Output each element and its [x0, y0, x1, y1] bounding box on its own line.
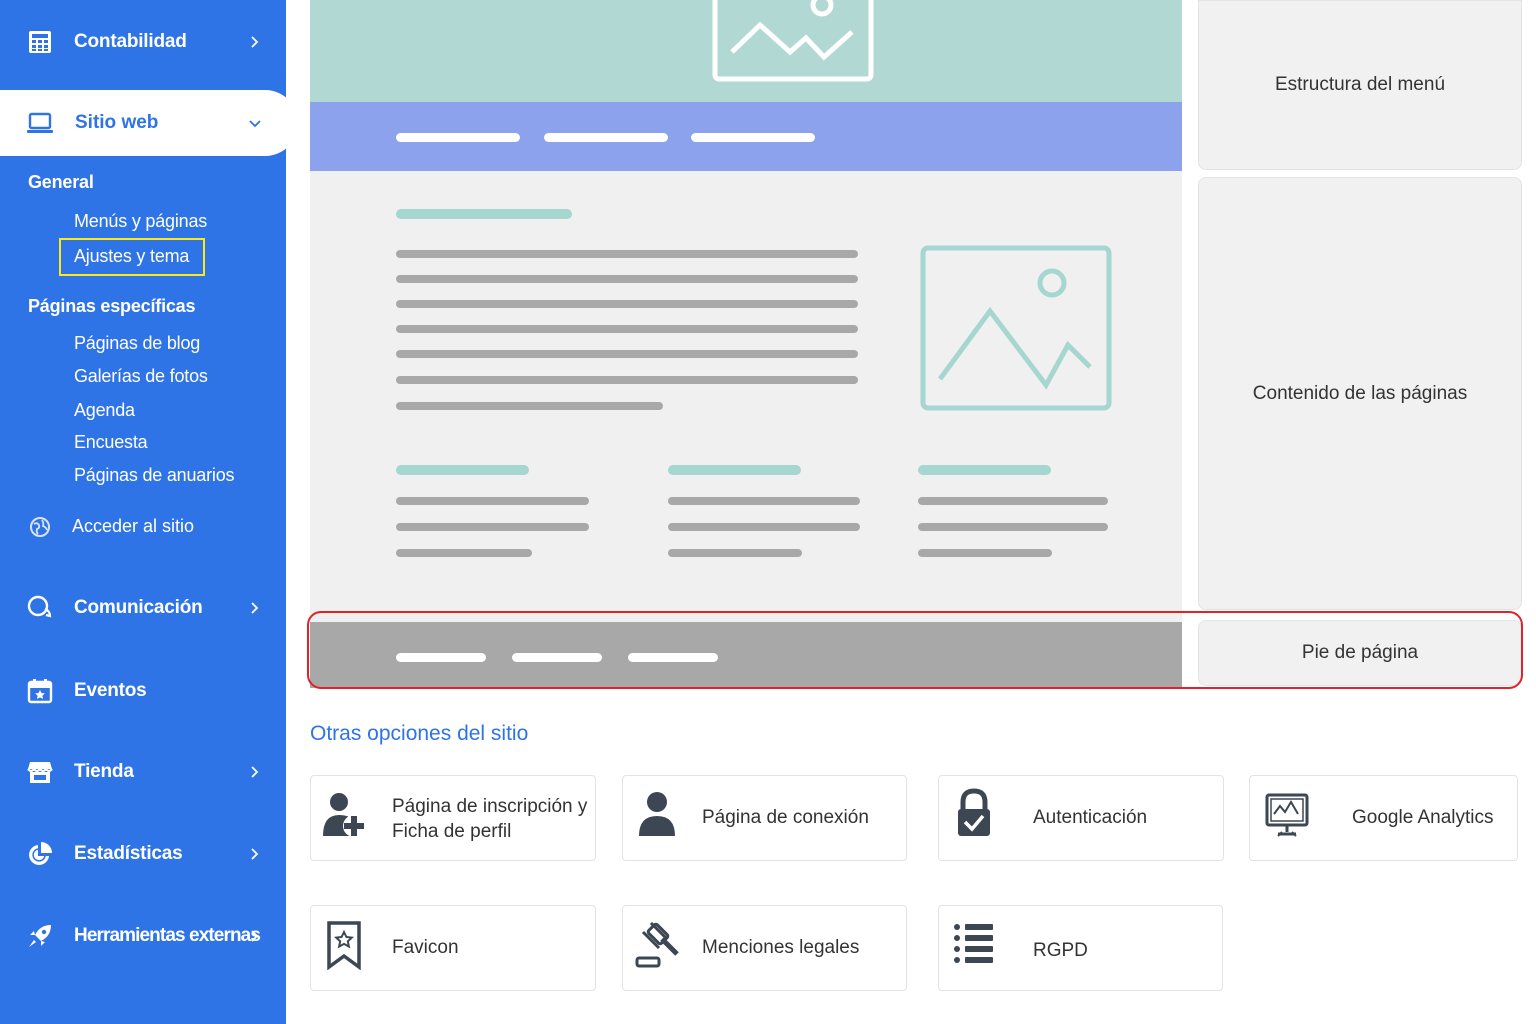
mock-heading-line — [918, 465, 1051, 475]
mock-text-line — [918, 523, 1108, 531]
mock-header-banner — [310, 0, 1182, 102]
user-add-icon — [321, 790, 367, 840]
footer-highlight-outline — [307, 611, 1523, 689]
sidebar-item-label: Comunicación — [74, 597, 203, 618]
image-placeholder-icon — [920, 245, 1112, 411]
card-label: RGPD — [1033, 940, 1088, 961]
section-title-general: General — [28, 172, 94, 192]
zone-menu-structure[interactable]: Estructura del menú — [1198, 0, 1522, 170]
user-icon — [635, 790, 681, 840]
sidebar-item-label: Contabilidad — [74, 31, 187, 52]
mock-heading-line — [396, 465, 529, 475]
mock-menu-bar — [310, 102, 1182, 171]
mock-text-line — [396, 325, 858, 333]
card-label: Página de inscripción y — [392, 796, 588, 817]
sidebar-subitem-blog[interactable]: Páginas de blog — [74, 333, 200, 354]
zone-page-content[interactable]: Contenido de las páginas — [1198, 177, 1522, 610]
card-label: Página de conexión — [702, 807, 869, 828]
mock-menu-line — [396, 133, 520, 142]
card-google-analytics[interactable]: Google Analytics — [1249, 775, 1518, 861]
globe-icon — [28, 515, 52, 539]
zone-label: Estructura del menú — [1274, 74, 1446, 95]
lock-check-icon — [953, 788, 999, 838]
chevron-right-icon — [246, 846, 262, 862]
card-label: Favicon — [392, 937, 459, 958]
mock-text-line — [396, 300, 858, 308]
chevron-right-icon — [246, 34, 262, 50]
mock-text-line — [396, 497, 589, 505]
pie-chart-icon — [26, 840, 54, 868]
chevron-right-icon — [246, 600, 262, 616]
mock-text-line — [918, 549, 1052, 557]
gavel-icon — [635, 920, 681, 970]
card-label: Autenticación — [1033, 807, 1148, 828]
sidebar-subitem-anuarios[interactable]: Páginas de anuarios — [74, 465, 235, 486]
chevron-right-icon — [246, 928, 262, 944]
card-inscripcion-perfil[interactable]: Página de inscripción y Ficha de perfil — [310, 775, 596, 861]
sidebar-item-estadisticas[interactable]: Estadísticas — [0, 824, 286, 884]
mock-menu-line — [544, 133, 668, 142]
chevron-right-icon — [246, 764, 262, 780]
chat-icon — [26, 594, 54, 622]
sidebar-subitem-menus[interactable]: Menús y páginas — [74, 211, 207, 232]
highlight-box — [59, 238, 205, 276]
mock-text-line — [396, 376, 858, 384]
card-label: Menciones legales — [702, 937, 860, 958]
card-favicon[interactable]: Favicon — [310, 905, 596, 991]
site-preview-mockup — [310, 0, 1182, 688]
card-menciones-legales[interactable]: Menciones legales — [622, 905, 907, 991]
list-icon — [951, 920, 997, 970]
card-rgpd[interactable]: RGPD — [938, 905, 1223, 991]
zone-label: Contenido de las páginas — [1252, 382, 1468, 404]
sidebar-item-acceder[interactable]: Acceder al sitio — [0, 508, 286, 544]
sidebar-subitem-agenda[interactable]: Agenda — [74, 400, 135, 421]
sidebar-item-sitio-web[interactable]: Sitio web — [0, 90, 298, 156]
mock-text-line — [918, 497, 1108, 505]
sidebar-item-label: Herramientas externas — [74, 925, 261, 946]
sidebar-item-label: Sitio web — [75, 112, 159, 133]
sidebar-item-tienda[interactable]: Tienda — [0, 742, 286, 802]
sidebar: Contabilidad Sitio web General Menús y p… — [0, 0, 298, 1024]
card-label: Google Analytics — [1352, 807, 1494, 828]
mock-text-line — [668, 549, 802, 557]
calculator-icon — [26, 28, 54, 56]
image-placeholder-icon — [712, 0, 874, 82]
mock-text-line — [396, 250, 858, 258]
section-title-specific: Páginas específicas — [28, 296, 196, 316]
mock-text-line — [668, 523, 860, 531]
sidebar-item-label: Acceder al sitio — [72, 516, 195, 536]
sidebar-item-eventos[interactable]: Eventos — [0, 661, 286, 721]
mock-menu-line — [691, 133, 815, 142]
sidebar-item-contabilidad[interactable]: Contabilidad — [0, 12, 286, 72]
laptop-icon — [26, 109, 54, 137]
sidebar-subitem-encuesta[interactable]: Encuesta — [74, 432, 148, 453]
sidebar-item-comunicacion[interactable]: Comunicación — [0, 578, 286, 638]
mock-text-line — [396, 402, 663, 410]
sidebar-item-label: Eventos — [74, 680, 147, 701]
calendar-icon — [26, 677, 54, 705]
sidebar-item-herramientas[interactable]: Herramientas externas — [0, 906, 286, 966]
mock-text-line — [396, 523, 589, 531]
card-autenticacion[interactable]: Autenticación — [938, 775, 1224, 861]
sidebar-item-label: Tienda — [74, 761, 134, 782]
mock-text-line — [396, 549, 532, 557]
rocket-icon — [26, 922, 54, 950]
mock-heading-line — [668, 465, 801, 475]
card-label: Ficha de perfil — [392, 821, 512, 842]
store-icon — [26, 758, 54, 786]
card-conexion[interactable]: Página de conexión — [622, 775, 907, 861]
monitor-chart-icon — [1264, 792, 1310, 842]
mock-text-line — [396, 350, 858, 358]
bookmark-star-icon — [323, 920, 369, 971]
sidebar-subitem-galerias[interactable]: Galerías de fotos — [74, 366, 208, 387]
chevron-down-icon — [247, 115, 263, 131]
other-options-title: Otras opciones del sitio — [310, 722, 529, 745]
sidebar-item-label: Estadísticas — [74, 843, 183, 864]
mock-heading-line — [396, 209, 572, 219]
mock-text-line — [668, 497, 860, 505]
mock-text-line — [396, 275, 858, 283]
